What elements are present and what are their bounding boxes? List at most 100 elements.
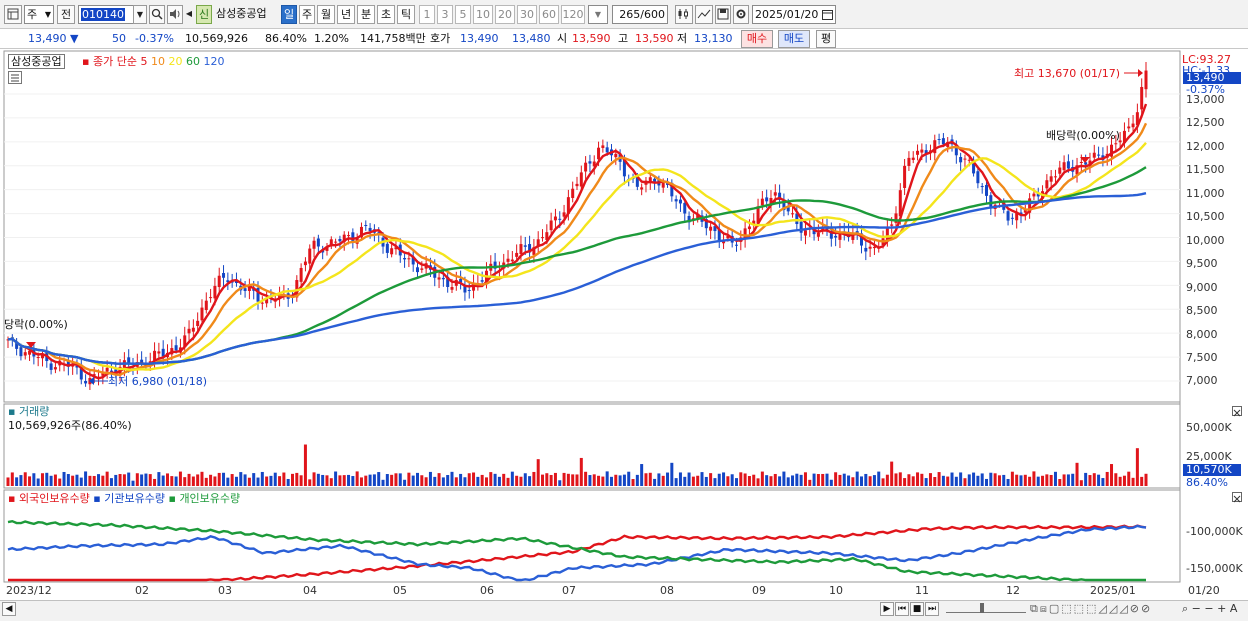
save-icon[interactable]	[715, 5, 731, 24]
zoom-slider[interactable]	[946, 603, 1026, 613]
volume-bar	[618, 475, 622, 486]
candle-body	[989, 195, 993, 207]
volume-bar	[808, 479, 812, 486]
search-icon[interactable]	[149, 5, 165, 24]
zoom-out-icon[interactable]: −	[1192, 602, 1201, 615]
code-dropdown-icon[interactable]: ▼	[133, 5, 147, 24]
period-month[interactable]: 월	[317, 5, 335, 24]
period-tick[interactable]: 틱	[397, 5, 415, 24]
zoom-search-icon[interactable]: ⌕	[1182, 602, 1188, 615]
volume-bar	[1062, 474, 1066, 486]
date-input[interactable]: 2025/01/20	[752, 5, 836, 24]
volume-bar	[674, 478, 678, 486]
volume-bar	[92, 475, 96, 486]
volume-bar	[872, 475, 876, 486]
close-holding-panel-icon[interactable]	[1232, 492, 1242, 503]
font-size-icon[interactable]: A	[1230, 602, 1238, 615]
candle-body	[601, 145, 605, 148]
candle-body	[653, 178, 657, 182]
price-panel-title[interactable]: 삼성중공업	[8, 54, 65, 69]
volume-bar	[523, 473, 527, 486]
stop-icon[interactable]: ■	[910, 602, 924, 616]
volume-bar	[609, 476, 613, 486]
market-select[interactable]: 주 ▼	[24, 5, 54, 24]
ma-label: 종가 단순	[92, 55, 137, 68]
volume-bar	[687, 472, 691, 486]
institution-holding-label[interactable]: ▪ 기관보유수량	[93, 492, 165, 505]
speaker-icon[interactable]	[167, 5, 183, 24]
interval-1[interactable]: 1	[419, 5, 435, 24]
drawing-tool-icon[interactable]	[695, 5, 713, 24]
chart-menu-icon[interactable]	[4, 5, 22, 24]
volume-bar	[1041, 475, 1045, 486]
close-volume-panel-icon[interactable]	[1232, 406, 1242, 417]
zoom-in-icon[interactable]: +	[1217, 602, 1226, 615]
volume-title[interactable]: ▪ 거래량	[8, 405, 49, 418]
volume-bar	[1075, 462, 1079, 486]
calendar-icon[interactable]	[822, 8, 833, 25]
volume-bar	[769, 476, 773, 486]
zoom-tools[interactable]: ⌕ − − + A	[1182, 602, 1237, 616]
volume-bar	[204, 477, 208, 486]
candle-body	[407, 258, 411, 260]
volume-bar	[903, 478, 907, 486]
buy-button[interactable]: 매수	[741, 30, 773, 48]
volume-bar	[411, 475, 415, 486]
volume-bar	[691, 476, 695, 486]
y-tick: 10,500	[1186, 210, 1225, 223]
volume-bar	[739, 472, 743, 486]
first-page-icon[interactable]: ⏮	[895, 602, 909, 616]
candle-body	[1097, 154, 1101, 156]
ma-20[interactable]: 20	[168, 55, 182, 68]
arrow-left-icon[interactable]: ◀	[184, 5, 194, 24]
candle-body	[1053, 176, 1057, 178]
interval-3[interactable]: 3	[437, 5, 453, 24]
last-page-icon[interactable]: ⏭	[925, 602, 939, 616]
interval-5[interactable]: 5	[455, 5, 471, 24]
ma-5[interactable]: 5	[140, 55, 147, 68]
volume-bar	[174, 476, 178, 486]
individual-holding-label[interactable]: ▪ 개인보유수량	[168, 492, 240, 505]
prev-button[interactable]: 전	[57, 5, 75, 24]
volume-bar	[941, 475, 945, 486]
drawing-tools[interactable]: ⧉⧈▢⬚⬚⬚◿◿◿⊘⊘	[1030, 602, 1152, 616]
ma-10[interactable]: 10	[151, 55, 165, 68]
flat-button[interactable]: 평	[816, 30, 836, 48]
period-day[interactable]: 일	[281, 5, 297, 24]
volume-bar	[885, 474, 889, 486]
foreign-holding-label[interactable]: ▪ 외국인보유수량	[8, 492, 90, 505]
volume-bar	[75, 474, 79, 486]
interval-dropdown-icon[interactable]: ▼	[588, 5, 608, 24]
volume-bar	[459, 473, 463, 486]
scroll-right-icon[interactable]: ▶	[880, 602, 894, 616]
volume-bar	[592, 474, 596, 486]
period-minute[interactable]: 분	[357, 5, 375, 24]
period-second[interactable]: 초	[377, 5, 395, 24]
volume-bar	[36, 478, 40, 486]
ma-60[interactable]: 60	[186, 55, 200, 68]
x-tick-right: 01/20	[1188, 584, 1220, 597]
period-week[interactable]: 주	[299, 5, 315, 24]
sell-button[interactable]: 매도	[778, 30, 810, 48]
interval-30[interactable]: 30	[517, 5, 537, 24]
interval-120[interactable]: 120	[561, 5, 585, 24]
candle-body	[911, 157, 915, 160]
volume-bar	[834, 472, 838, 486]
candle-body	[437, 277, 441, 280]
x-tick: 09	[752, 584, 766, 597]
chart-type-icon[interactable]	[675, 5, 693, 24]
y-tick: 12,000	[1186, 140, 1225, 153]
candle-body	[980, 186, 984, 188]
interval-10[interactable]: 10	[473, 5, 493, 24]
interval-60[interactable]: 60	[539, 5, 559, 24]
interval-20[interactable]: 20	[495, 5, 515, 24]
count-input[interactable]: 265/600	[612, 5, 668, 24]
ma-120[interactable]: 120	[203, 55, 224, 68]
minus-icon[interactable]: −	[1204, 602, 1213, 615]
zoom-slider-thumb[interactable]	[980, 603, 984, 613]
candle-body	[765, 197, 769, 202]
gear-icon[interactable]	[733, 5, 749, 24]
period-year[interactable]: 년	[337, 5, 355, 24]
scroll-left-icon[interactable]: ◀	[2, 602, 16, 616]
calculator-icon[interactable]	[8, 71, 22, 84]
